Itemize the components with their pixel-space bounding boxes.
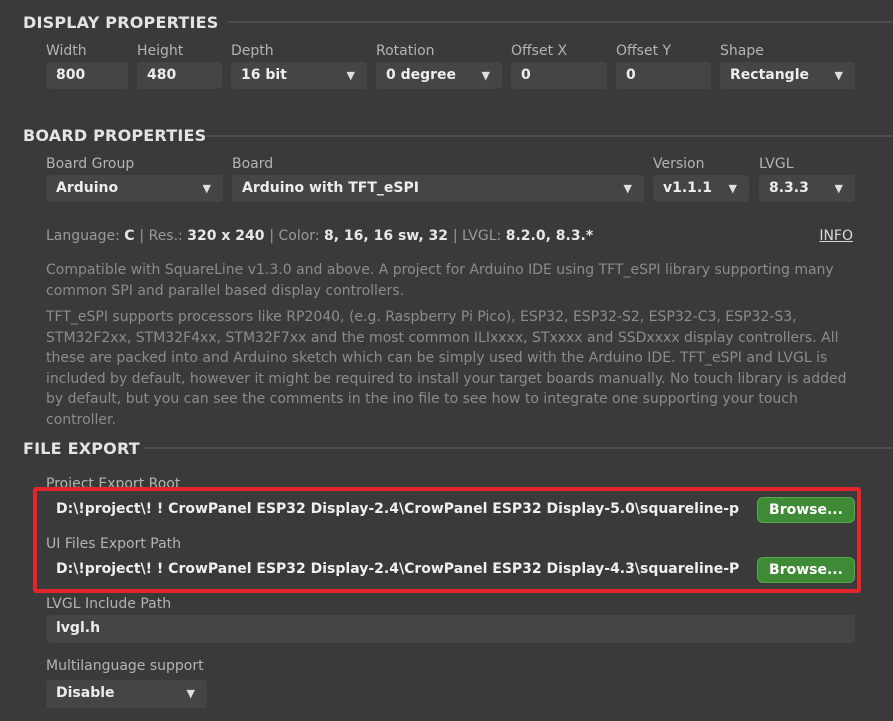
triangle-down-icon: ▼: [481, 69, 490, 82]
section-divider: [228, 21, 893, 23]
info-link[interactable]: INFO: [819, 228, 853, 244]
color-value: 8, 16, 16 sw, 32: [323, 228, 453, 244]
offset-y-input[interactable]: 0: [616, 62, 711, 89]
project-export-root-label: Project Export Root: [46, 476, 181, 492]
info-separator: |: [139, 228, 149, 244]
display-properties-header: DISPLAY PROPERTIES: [23, 13, 219, 32]
shape-label: Shape: [720, 43, 764, 59]
triangle-down-icon: ▼: [728, 182, 737, 195]
triangle-down-icon: ▼: [346, 69, 355, 82]
lvgl-version-label: LVGL: [759, 156, 794, 172]
triangle-down-icon: ▼: [834, 182, 843, 195]
project-export-root-field[interactable]: D:\!project\! ! CrowPanel ESP32 Display-…: [56, 501, 740, 517]
lvgl-support-label: LVGL:: [462, 228, 506, 244]
board-properties-header: BOARD PROPERTIES: [23, 126, 207, 145]
width-input[interactable]: 800: [46, 62, 128, 89]
version-select-value: v1.1.1: [663, 180, 712, 196]
resolution-value: 320 x 240: [187, 228, 270, 244]
rotation-select[interactable]: 0 degree ▼: [376, 62, 502, 89]
board-label: Board: [232, 156, 274, 172]
ui-files-export-path-label: UI Files Export Path: [46, 536, 182, 552]
width-label: Width: [46, 43, 87, 59]
language-value: C: [124, 228, 140, 244]
browse-project-root-button[interactable]: Browse...: [757, 497, 855, 523]
browse-ui-files-button[interactable]: Browse...: [757, 557, 855, 583]
height-label: Height: [137, 43, 184, 59]
file-export-header: FILE EXPORT: [23, 439, 140, 458]
lvgl-support-value: 8.2.0, 8.3.*: [505, 228, 594, 244]
multilanguage-select[interactable]: Disable ▼: [46, 680, 207, 708]
board-group-select[interactable]: Arduino ▼: [46, 175, 223, 202]
rotation-select-value: 0 degree: [386, 67, 457, 83]
board-description: Compatible with SquareLine v1.3.0 and ab…: [46, 262, 834, 299]
depth-label: Depth: [231, 43, 274, 59]
resolution-label: Res.:: [148, 228, 188, 244]
depth-select-value: 16 bit: [241, 67, 287, 83]
board-group-label: Board Group: [46, 156, 135, 172]
lvgl-include-path-input[interactable]: lvgl.h: [46, 615, 855, 643]
info-separator: |: [269, 228, 279, 244]
rotation-label: Rotation: [376, 43, 435, 59]
triangle-down-icon: ▼: [623, 182, 632, 195]
info-separator: |: [452, 228, 463, 244]
color-label: Color:: [278, 228, 324, 244]
offset-x-input[interactable]: 0: [511, 62, 607, 89]
board-select[interactable]: Arduino with TFT_eSPI ▼: [232, 175, 644, 202]
offset-x-label: Offset X: [511, 43, 568, 59]
project-settings-panel: DISPLAY PROPERTIES Width 800 Height 480 …: [0, 0, 893, 721]
board-description-details: TFT_eSPI supports processors like RP2040…: [46, 309, 847, 428]
offset-y-label: Offset Y: [616, 43, 672, 59]
ui-files-export-path-field[interactable]: D:\!project\! ! CrowPanel ESP32 Display-…: [56, 561, 740, 577]
version-select[interactable]: v1.1.1 ▼: [653, 175, 749, 202]
shape-select-value: Rectangle: [730, 67, 809, 83]
shape-select[interactable]: Rectangle ▼: [720, 62, 855, 89]
version-label: Version: [653, 156, 705, 172]
triangle-down-icon: ▼: [834, 69, 843, 82]
board-select-value: Arduino with TFT_eSPI: [242, 180, 419, 196]
language-label: Language:: [46, 228, 125, 244]
multilanguage-label: Multilanguage support: [46, 658, 204, 674]
section-divider: [206, 135, 893, 137]
section-divider: [144, 447, 893, 449]
board-group-select-value: Arduino: [56, 180, 119, 196]
board-info-line: Language: C | Res.: 320 x 240 | Color: 8…: [46, 228, 593, 244]
height-input[interactable]: 480: [137, 62, 222, 89]
triangle-down-icon: ▼: [186, 687, 195, 700]
lvgl-version-select-value: 8.3.3: [769, 180, 809, 196]
triangle-down-icon: ▼: [202, 182, 211, 195]
multilanguage-select-value: Disable: [56, 685, 115, 701]
depth-select[interactable]: 16 bit ▼: [231, 62, 367, 89]
lvgl-include-path-label: LVGL Include Path: [46, 596, 172, 612]
lvgl-version-select[interactable]: 8.3.3 ▼: [759, 175, 855, 202]
